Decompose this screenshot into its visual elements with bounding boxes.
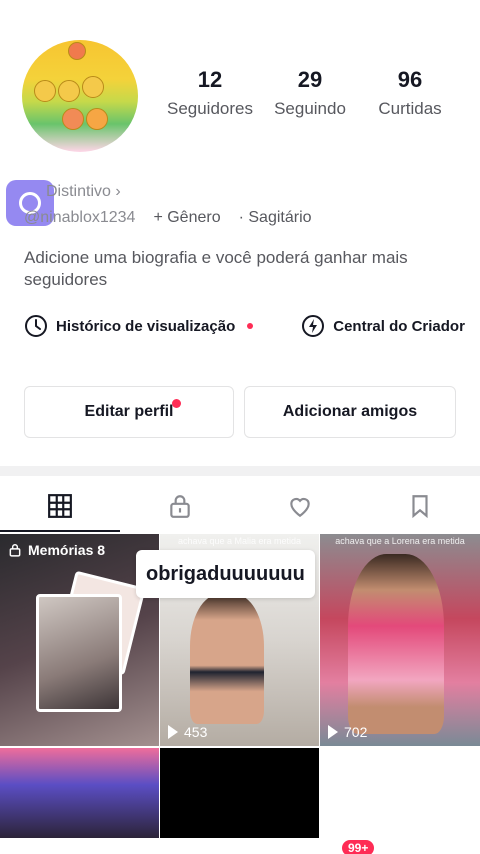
- notification-dot: [247, 323, 254, 329]
- memories-label: Memórias 8: [8, 542, 105, 558]
- followers-label: Seguidores: [166, 99, 253, 118]
- play-icon: [168, 725, 178, 739]
- bottom-nav: [0, 838, 480, 854]
- lightning-icon: [302, 315, 325, 337]
- content-tabs: [0, 480, 480, 532]
- view-count: 702: [328, 724, 367, 740]
- video-thumbnail: [348, 554, 444, 734]
- view-count-value: 702: [344, 724, 368, 740]
- followers-stat[interactable]: 12 Seguidores: [160, 64, 260, 122]
- tab-saved[interactable]: [360, 480, 480, 532]
- username: @ninablox1234: [24, 209, 136, 226]
- memory-photo: [36, 594, 122, 712]
- bookmark-icon: [412, 495, 428, 519]
- emoji-sticker: [82, 76, 104, 98]
- view-history-label: Histórico de visualização: [56, 317, 236, 335]
- tab-private[interactable]: [120, 480, 240, 532]
- creator-center-label: Central do Criador: [333, 317, 465, 335]
- view-count-value: 453: [184, 724, 208, 740]
- profile-meta: @ninablox1234 + Gênero · Sagitário: [24, 209, 312, 227]
- badge-link[interactable]: Distintivo ›: [46, 183, 121, 201]
- tab-liked[interactable]: [240, 480, 360, 532]
- play-icon: [328, 725, 338, 739]
- video-tile[interactable]: [160, 748, 319, 840]
- emoji-sticker: [86, 108, 108, 130]
- lock-icon: [170, 495, 190, 518]
- bio-prompt[interactable]: Adicione uma biografia e você poderá gan…: [24, 247, 464, 291]
- emoji-sticker: [34, 80, 56, 102]
- view-count: 453: [168, 724, 207, 740]
- view-history-link[interactable]: Histórico de visualização: [24, 314, 254, 338]
- video-tile[interactable]: achava que a Lorena era metida 702: [320, 534, 480, 746]
- overlay-text: obrigaduuuuuuu: [136, 550, 315, 598]
- profile-stats: 12 Seguidores 29 Seguindo 96 Curtidas: [160, 64, 460, 122]
- likes-count: 96: [397, 67, 423, 92]
- inbox-badge: 99+: [342, 840, 375, 854]
- video-caption: achava que a Lorena era metida: [335, 536, 465, 546]
- video-thumbnail: [190, 594, 264, 724]
- section-divider: [0, 466, 480, 476]
- following-label: Seguindo: [274, 99, 346, 118]
- likes-stat[interactable]: 96 Curtidas: [360, 64, 460, 122]
- video-tile[interactable]: [0, 748, 159, 840]
- add-friends-button[interactable]: Adicionar amigos: [244, 386, 456, 438]
- followers-count: 12: [197, 67, 223, 92]
- zodiac-field[interactable]: · Sagitário: [239, 209, 312, 227]
- edit-profile-label: Editar perfil: [84, 403, 174, 420]
- grid-icon: [48, 494, 72, 518]
- heart-icon: [290, 497, 310, 518]
- emoji-sticker: [62, 108, 84, 130]
- add-friends-label: Adicionar amigos: [282, 403, 418, 420]
- profile-links: Histórico de visualização Central do Cri…: [24, 314, 465, 338]
- notification-dot: [172, 399, 181, 408]
- tab-videos[interactable]: [0, 480, 120, 532]
- following-count: 29: [297, 67, 323, 92]
- emoji-sticker: [58, 80, 80, 102]
- video-caption: achava que a Malia era metida: [177, 536, 302, 546]
- emoji-sticker: [68, 42, 86, 60]
- lock-icon: [9, 544, 21, 557]
- creator-center-link[interactable]: Central do Criador: [301, 314, 465, 338]
- gender-field[interactable]: + Gênero: [153, 209, 220, 227]
- clock-icon: [25, 315, 47, 337]
- profile-avatar[interactable]: [22, 40, 138, 152]
- memories-count: Memórias 8: [28, 542, 106, 558]
- edit-profile-button[interactable]: Editar perfil: [24, 386, 234, 438]
- likes-label: Curtidas: [378, 99, 442, 118]
- following-stat[interactable]: 29 Seguindo: [260, 64, 360, 122]
